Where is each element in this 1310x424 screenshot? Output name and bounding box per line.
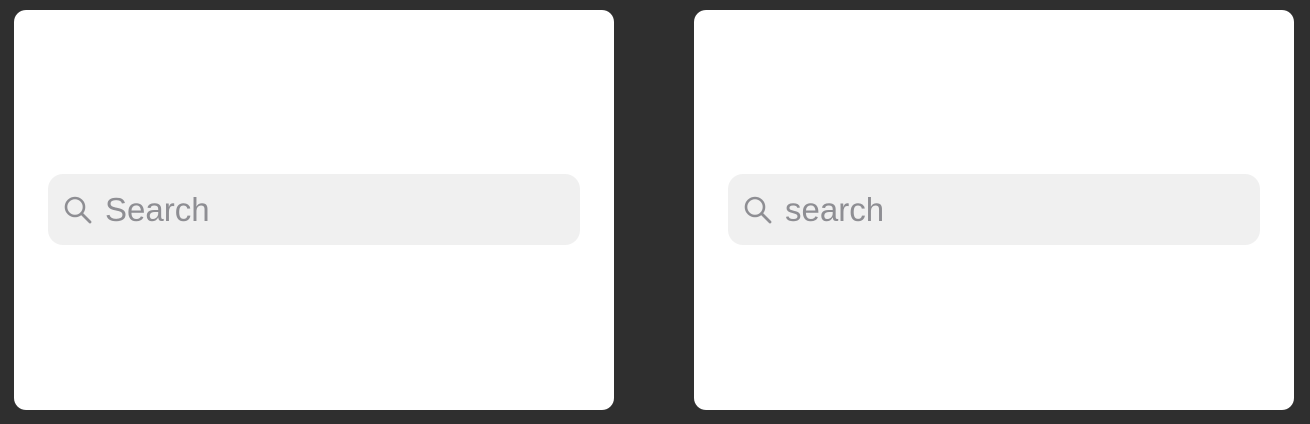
search-input[interactable] — [105, 190, 565, 229]
search-input[interactable] — [785, 190, 1245, 229]
search-bar[interactable] — [728, 174, 1260, 245]
search-icon — [64, 196, 92, 223]
right-panel — [694, 10, 1294, 410]
left-panel — [14, 10, 614, 410]
search-icon — [744, 196, 772, 223]
search-bar[interactable] — [48, 174, 580, 245]
